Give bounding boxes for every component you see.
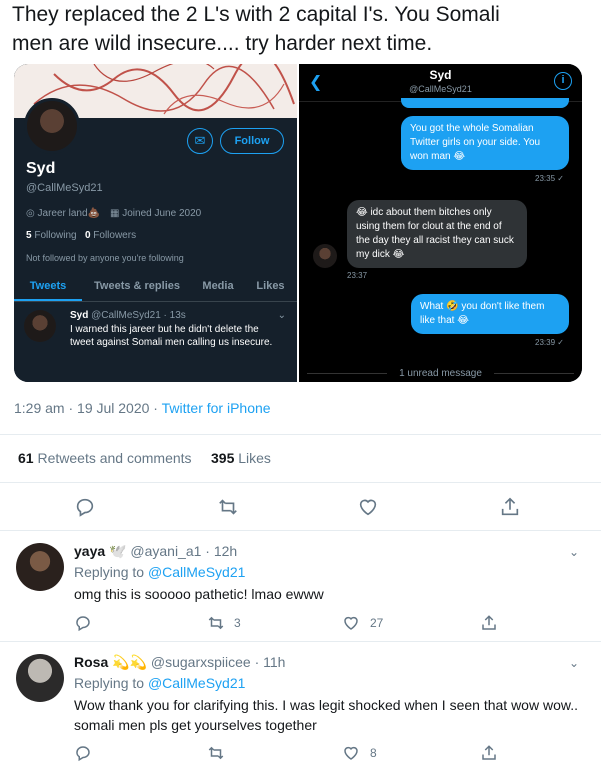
unread-divider-right bbox=[494, 373, 574, 374]
retweet-count[interactable]: 61 bbox=[18, 450, 34, 466]
follow-counts: 5 Following 0 Followers bbox=[26, 230, 136, 241]
reply-like-count: 27 bbox=[370, 616, 384, 630]
info-icon: i bbox=[554, 72, 572, 90]
followers-label: Followers bbox=[93, 230, 137, 241]
profile-name: Syd bbox=[26, 160, 56, 177]
tweet-actions bbox=[0, 496, 601, 520]
reply-icon[interactable] bbox=[74, 744, 92, 762]
retweets-label[interactable]: Retweets and comments bbox=[37, 450, 191, 466]
followers-count: 0 bbox=[84, 230, 91, 241]
reply-handle[interactable]: @ayani_a1 · 12h bbox=[130, 543, 237, 559]
message-icon[interactable]: ✉ bbox=[187, 128, 213, 154]
mini-tweet-name: Syd bbox=[70, 310, 89, 321]
tweet-text-line-1: They replaced the 2 L's with 2 capital I… bbox=[12, 3, 500, 26]
chat-time-3: 23:39 ✓ bbox=[535, 338, 564, 347]
replying-to-link[interactable]: @CallMeSyd21 bbox=[148, 675, 245, 691]
like-count[interactable]: 395 bbox=[211, 450, 234, 466]
calendar-icon: ▦ bbox=[110, 208, 120, 219]
replying-to: Replying to @CallMeSyd21 bbox=[74, 564, 245, 580]
share-icon[interactable] bbox=[480, 744, 498, 762]
share-icon[interactable] bbox=[499, 496, 521, 518]
replying-to-link[interactable]: @CallMeSyd21 bbox=[148, 564, 245, 580]
tab-media[interactable]: Media bbox=[192, 274, 244, 301]
tab-likes[interactable]: Likes bbox=[244, 274, 297, 301]
likes-label[interactable]: Likes bbox=[238, 450, 271, 466]
retweet-icon[interactable] bbox=[216, 496, 240, 518]
reply-retweet-count: 3 bbox=[234, 616, 241, 630]
follow-button[interactable]: Follow bbox=[220, 128, 284, 154]
tweet-media[interactable]: ✉ Follow Syd @CallMeSyd21 ◎ Jareer land💩… bbox=[14, 64, 582, 382]
timestamp-text: 1:29 am · 19 Jul 2020 · bbox=[14, 400, 158, 416]
retweet-icon[interactable] bbox=[206, 614, 226, 632]
divider bbox=[0, 434, 601, 435]
tweet-timestamp: 1:29 am · 19 Jul 2020 · Twitter for iPho… bbox=[14, 400, 271, 416]
chat-header: ❮ Syd @CallMeSyd21 i bbox=[299, 64, 582, 102]
replying-to: Replying to @CallMeSyd21 bbox=[74, 675, 245, 691]
reply-body: Wow thank you for clarifying this. I was… bbox=[74, 697, 578, 733]
tab-tweets[interactable]: Tweets bbox=[14, 274, 82, 301]
reply-name-emoji: 💫💫 bbox=[112, 654, 147, 670]
chat-screenshot[interactable]: ❮ Syd @CallMeSyd21 i You got the whole S… bbox=[299, 64, 582, 382]
chevron-down-icon[interactable]: ⌄ bbox=[569, 656, 579, 670]
chat-handle: @CallMeSyd21 bbox=[409, 84, 472, 94]
reply-icon[interactable] bbox=[74, 614, 92, 632]
tweet-stats: 61 Retweets and comments 395 Likes bbox=[18, 450, 271, 466]
chat-message-received: 😂 idc about them bitches only using them… bbox=[347, 200, 527, 268]
chat-name: Syd bbox=[429, 68, 452, 82]
profile-meta: ◎ Jareer land💩 ▦ Joined June 2020 bbox=[26, 208, 201, 219]
reply-name-emoji: 🕊️ bbox=[109, 543, 127, 559]
reply-tweet[interactable]: yaya 🕊️ @ayani_a1 · 12h ⌄ Replying to @C… bbox=[0, 531, 601, 641]
profile-avatar bbox=[24, 98, 80, 154]
avatar[interactable] bbox=[16, 543, 64, 591]
reply-name[interactable]: yaya bbox=[74, 543, 105, 559]
chat-avatar bbox=[313, 244, 337, 268]
chat-message-sent-2: What 🤣 you don't like them like that 😂 bbox=[411, 294, 569, 334]
tab-tweets-replies[interactable]: Tweets & replies bbox=[82, 274, 192, 301]
avatar[interactable] bbox=[16, 654, 64, 702]
mini-tweet-body: I warned this jareer but he didn't delet… bbox=[70, 324, 273, 348]
reply-tweet[interactable]: Rosa 💫💫 @sugarxspiicee · 11h ⌄ Replying … bbox=[0, 642, 601, 779]
not-followed-note: Not followed by anyone you're following bbox=[26, 253, 184, 263]
profile-screenshot[interactable]: ✉ Follow Syd @CallMeSyd21 ◎ Jareer land💩… bbox=[14, 64, 297, 382]
replying-prefix: Replying to bbox=[74, 675, 145, 691]
like-icon[interactable] bbox=[357, 496, 379, 518]
source-link[interactable]: Twitter for iPhone bbox=[162, 400, 271, 416]
reply-header: Rosa 💫💫 @sugarxspiicee · 11h bbox=[74, 654, 285, 671]
divider bbox=[0, 482, 601, 483]
chevron-down-icon: ⌄ bbox=[277, 310, 286, 321]
like-icon[interactable] bbox=[342, 744, 360, 762]
chat-time-1: 23:35 ✓ bbox=[535, 174, 564, 183]
previous-bubble bbox=[401, 98, 569, 108]
location-icon: ◎ bbox=[26, 208, 35, 219]
chevron-down-icon[interactable]: ⌄ bbox=[569, 545, 579, 559]
reply-icon[interactable] bbox=[74, 496, 96, 518]
location-text: Jareer land💩 bbox=[37, 208, 100, 219]
chat-message-sent-1: You got the whole Somalian Twitter girls… bbox=[401, 116, 569, 170]
tweet-text: They replaced the 2 L's with 2 capital I… bbox=[12, 0, 592, 58]
following-label: Following bbox=[34, 230, 77, 241]
mini-tweet-header: Syd @CallMeSyd21 · 13s bbox=[70, 310, 186, 321]
like-icon[interactable] bbox=[342, 614, 360, 632]
profile-tabs: Tweets Tweets & replies Media Likes bbox=[14, 274, 297, 302]
joined: ▦ Joined June 2020 bbox=[110, 208, 201, 219]
share-icon[interactable] bbox=[480, 614, 498, 632]
reply-name[interactable]: Rosa bbox=[74, 654, 108, 670]
reply-body: omg this is sooooo pathetic! lmao ewww bbox=[74, 586, 324, 602]
reply-header: yaya 🕊️ @ayani_a1 · 12h bbox=[74, 543, 237, 560]
mini-avatar bbox=[24, 310, 56, 342]
joined-text: Joined June 2020 bbox=[122, 208, 202, 219]
following-count: 5 bbox=[26, 230, 32, 241]
mini-tweet-meta: @CallMeSyd21 · 13s bbox=[91, 310, 186, 321]
retweet-icon[interactable] bbox=[206, 744, 226, 762]
replying-prefix: Replying to bbox=[74, 564, 145, 580]
tweet-text-line-2: men are wild insecure.... try harder nex… bbox=[12, 32, 433, 55]
location: ◎ Jareer land💩 bbox=[26, 208, 100, 219]
chat-time-2: 23:37 bbox=[347, 271, 368, 280]
profile-handle: @CallMeSyd21 bbox=[26, 182, 103, 194]
reply-handle[interactable]: @sugarxspiicee · 11h bbox=[151, 654, 286, 670]
reply-like-count: 8 bbox=[370, 746, 377, 760]
